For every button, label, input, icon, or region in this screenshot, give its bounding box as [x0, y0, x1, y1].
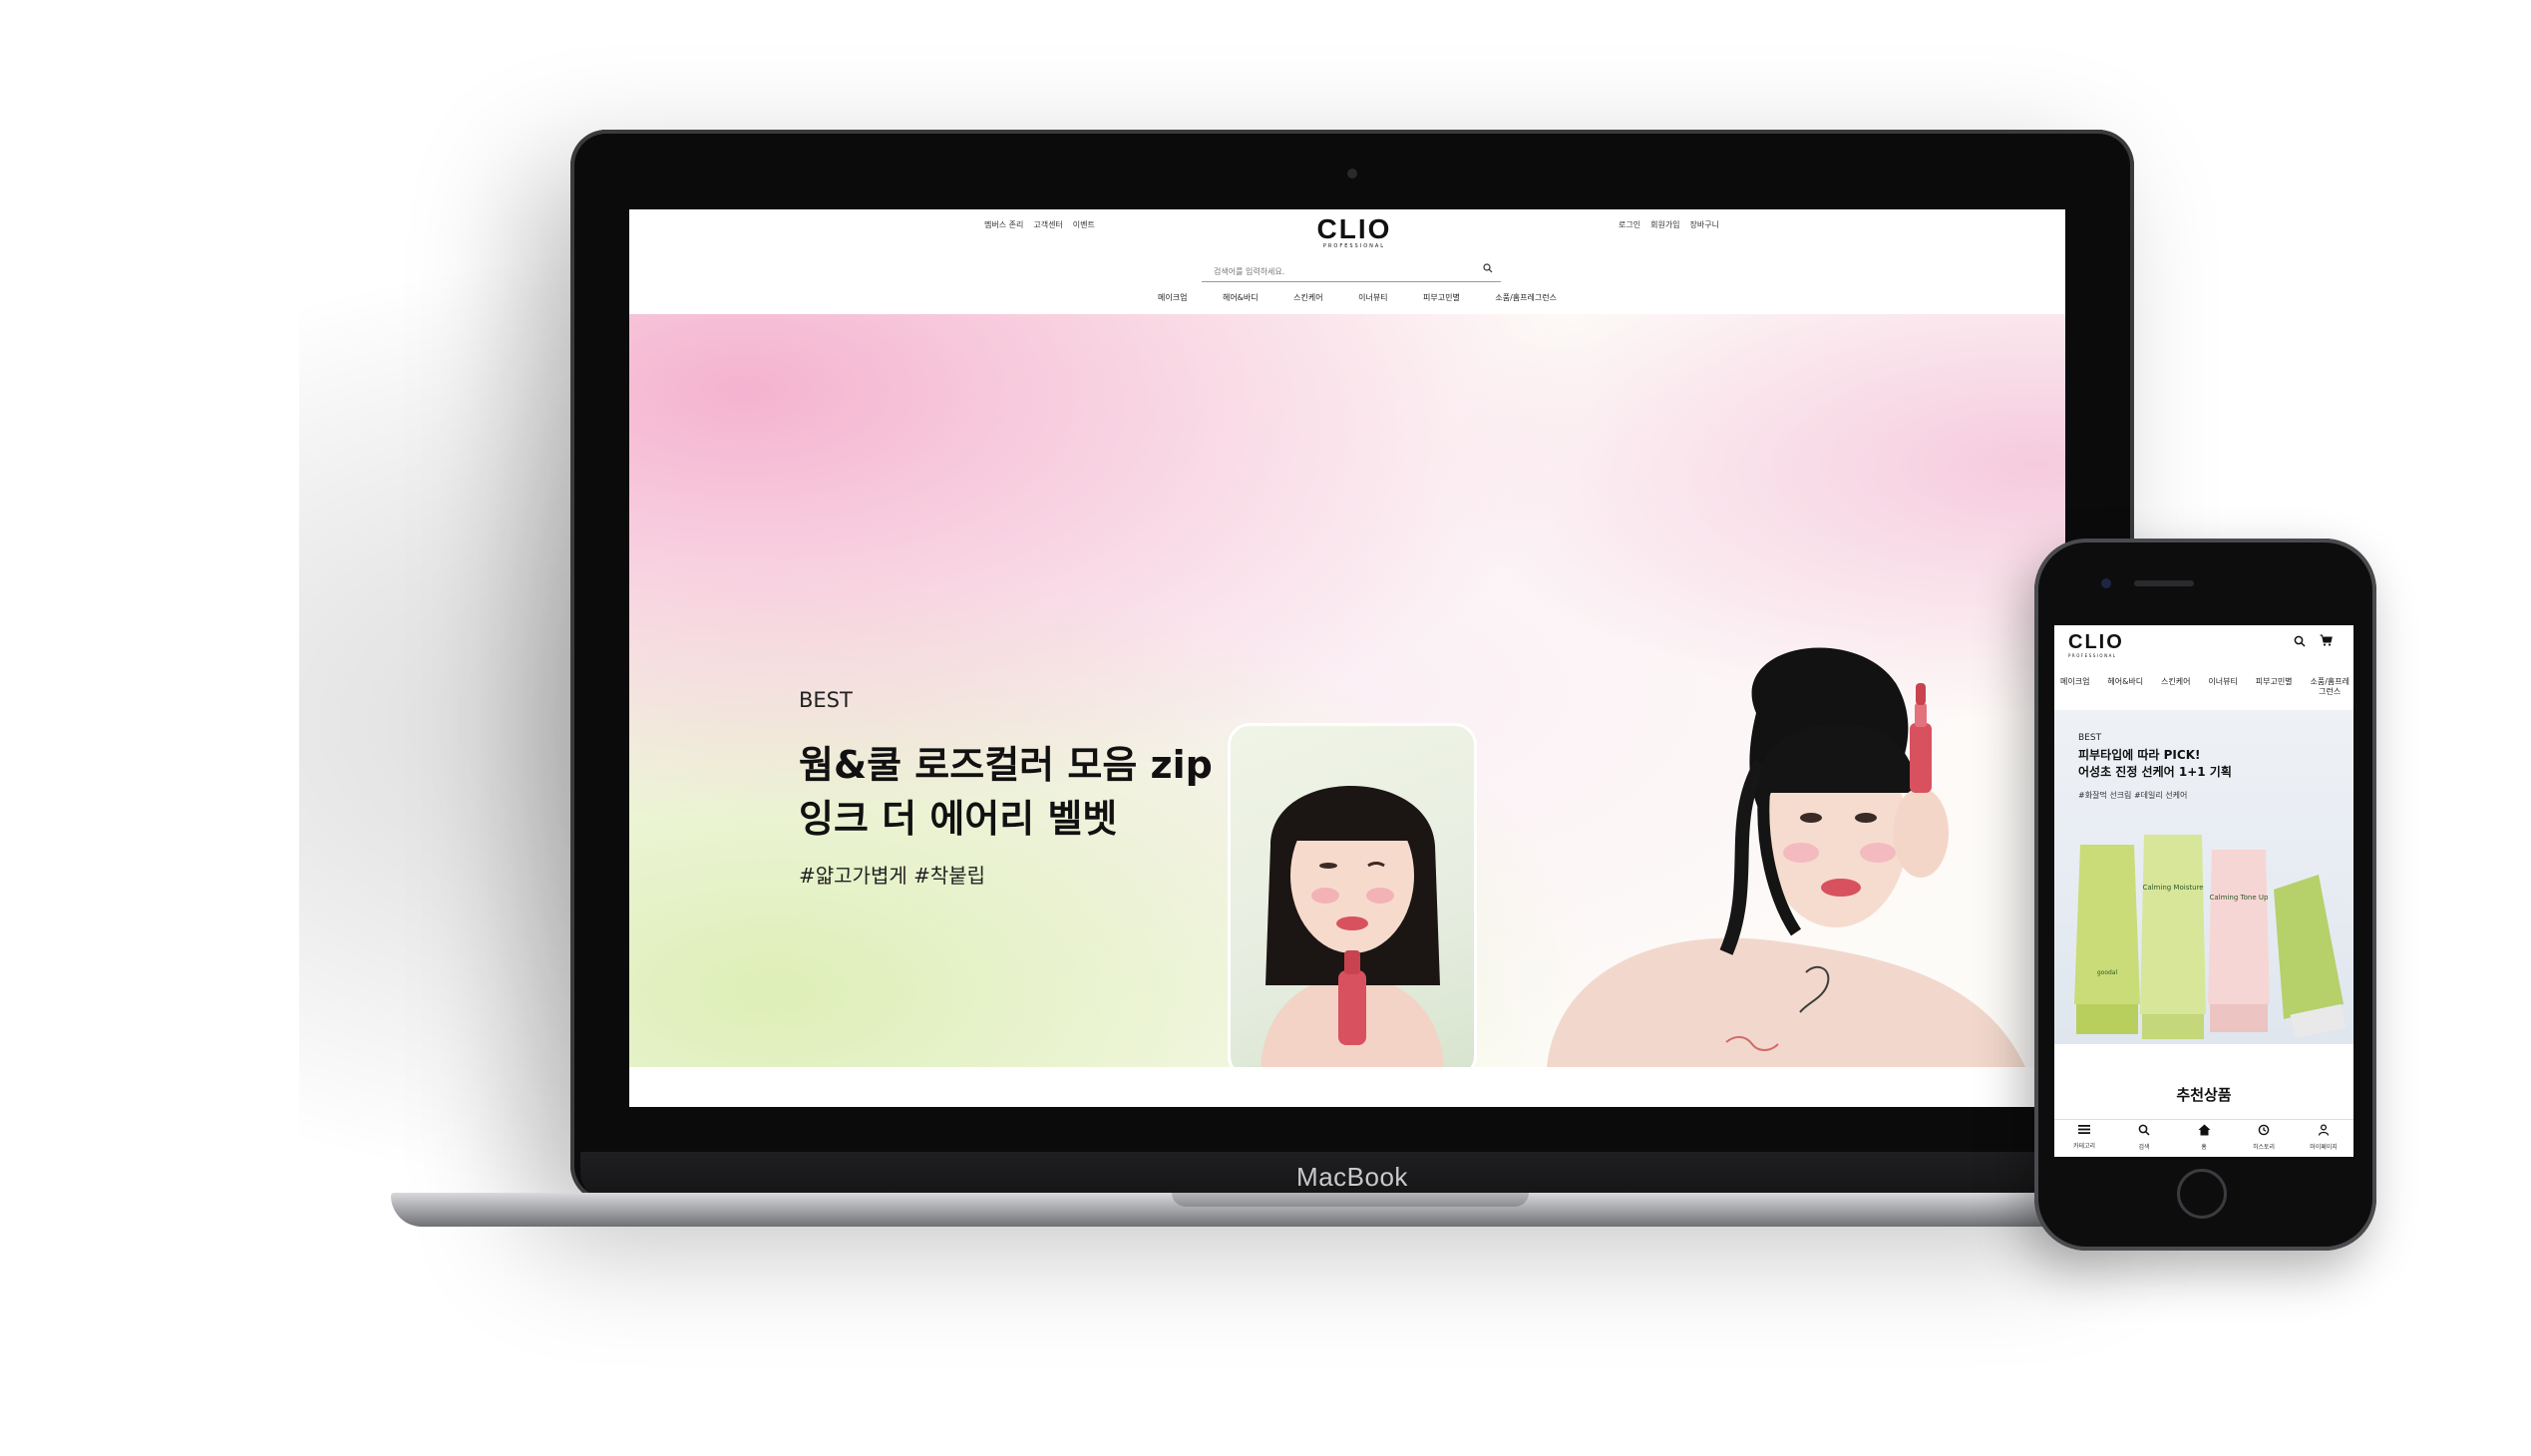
mobile-hero-title-line2: 어성초 진정 선케어 1+1 기획	[2078, 765, 2232, 779]
nav-makeup[interactable]: 메이크업	[1158, 292, 1187, 303]
hero-inset-portrait	[1228, 723, 1477, 1078]
mobile-nav-inner-beauty[interactable]: 이너뷰티	[2208, 677, 2237, 697]
tab-search[interactable]: 검색	[2117, 1124, 2172, 1151]
product-tone-up-label: Calming Tone Up	[2210, 894, 2269, 902]
tab-home-label: 홈	[2201, 1144, 2207, 1151]
mobile-hero-title-line1: 피부타입에 따라 PICK!	[2078, 748, 2201, 762]
mobile-nav-skin-concern[interactable]: 피부고민별	[2256, 677, 2293, 697]
search-input[interactable]	[1202, 260, 1475, 283]
phone-speaker	[2134, 580, 2194, 586]
laptop-notch	[1172, 1193, 1529, 1207]
user-icon	[2318, 1124, 2330, 1140]
nav-inner-beauty[interactable]: 이너뷰티	[1358, 292, 1387, 303]
top-link-event[interactable]: 이벤트	[1073, 219, 1095, 230]
mobile-nav: 메이크업 헤어&바디 스킨케어 이너뷰티 피부고민별 소품/홈프레 그런스	[2060, 677, 2350, 697]
hero-bottom-strip	[629, 1067, 2065, 1107]
search-icon[interactable]	[2294, 635, 2306, 650]
home-icon	[2198, 1124, 2211, 1140]
phone-screen: CLIO PROFESSIONAL 메이크업 헤어&바디 스킨케어 이너뷰티 피…	[2054, 625, 2353, 1157]
mobile-nav-makeup[interactable]: 메이크업	[2060, 677, 2089, 697]
hero-model-image	[1427, 643, 2065, 1067]
tab-history[interactable]: 히스토리	[2237, 1124, 2292, 1151]
signup-link[interactable]: 회원가입	[1650, 219, 1679, 230]
mobile-hero-banner[interactable]: BEST 피부타입에 따라 PICK! 어성초 진정 선케어 1+1 기획 #화…	[2054, 710, 2353, 1044]
phone-camera	[2101, 578, 2111, 588]
history-icon	[2258, 1124, 2270, 1140]
recommended-section-title: 추천상품	[2176, 1086, 2232, 1104]
mobile-hero-products: goodal Calming Moisture Calming Tone Up	[2074, 835, 2347, 1039]
hero-eyebrow: BEST	[799, 688, 853, 712]
search-bar	[1202, 259, 1501, 283]
product-name-label: Calming Moisture	[2142, 884, 2203, 892]
login-link[interactable]: 로그인	[1619, 219, 1640, 230]
nav-accessories-fragrance[interactable]: 소품/홈프레그런스	[1495, 292, 1557, 303]
product-brand-label: goodal	[2097, 969, 2118, 976]
mobile-nav-accessories[interactable]: 소품/홈프레 그런스	[2310, 677, 2350, 697]
mobile-nav-skincare[interactable]: 스킨케어	[2161, 677, 2190, 697]
logo-subtext: PROFESSIONAL	[1322, 243, 1386, 249]
hero-tags: #얇고가볍게 #착붙립	[799, 864, 986, 888]
tab-mypage[interactable]: 마이페이지	[2297, 1124, 2351, 1151]
mobile-tabbar: 카테고리 검색 홈 히스토리 마이페이지	[2054, 1119, 2353, 1157]
cart-icon[interactable]	[2320, 634, 2333, 649]
laptop-screen: 멤버스 존리 고객센터 이벤트 CLIO PROFESSIONAL 로그인 회원…	[629, 209, 2065, 1107]
tab-category[interactable]: 카테고리	[2057, 1124, 2112, 1150]
mobile-logo[interactable]: CLIO PROFESSIONAL	[2068, 631, 2124, 658]
nav-skincare[interactable]: 스킨케어	[1293, 292, 1322, 303]
mobile-nav-hair-body[interactable]: 헤어&바디	[2107, 677, 2143, 697]
tab-category-label: 카테고리	[2072, 1143, 2096, 1150]
tab-search-label: 검색	[2138, 1144, 2150, 1151]
main-nav: 메이크업 헤어&바디 스킨케어 이너뷰티 피부고민별 소품/홈프레그런스	[1158, 292, 1557, 303]
nav-skin-concern[interactable]: 피부고민별	[1423, 292, 1460, 303]
top-link-members[interactable]: 멤버스 존리	[984, 219, 1023, 230]
laptop-camera	[1347, 169, 1357, 179]
menu-icon	[2078, 1124, 2090, 1139]
top-link-customer-center[interactable]: 고객센터	[1033, 219, 1062, 230]
mobile-hero-tags: #화잘먹 선크림 #데일리 선케어	[2078, 791, 2188, 800]
site-logo[interactable]: CLIO PROFESSIONAL	[1310, 213, 1398, 250]
top-utility-links: 멤버스 존리 고객센터 이벤트	[984, 219, 1095, 230]
mobile-hero-eyebrow: BEST	[2078, 733, 2102, 743]
search-icon	[2138, 1124, 2150, 1140]
account-links: 로그인 회원가입 장바구니	[1619, 219, 1719, 230]
phone-home-button[interactable]	[2177, 1169, 2227, 1219]
tab-home[interactable]: 홈	[2177, 1124, 2232, 1151]
cart-link[interactable]: 장바구니	[1690, 219, 1719, 230]
macbook-label: MacBook	[1296, 1161, 1408, 1192]
hero-banner[interactable]: BEST 웜&쿨 로즈컬러 모음 zip 잉크 더 에어리 벨벳 #얇고가볍게 …	[629, 314, 2065, 1078]
mobile-hero-title: 피부타입에 따라 PICK! 어성초 진정 선케어 1+1 기획	[2078, 747, 2328, 781]
mobile-logo-subtext: PROFESSIONAL	[2068, 653, 2117, 658]
search-icon[interactable]	[1483, 263, 1493, 276]
nav-hair-body[interactable]: 헤어&바디	[1223, 292, 1259, 303]
mobile-logo-text: CLIO	[2068, 631, 2124, 653]
tab-history-label: 히스토리	[2252, 1144, 2276, 1151]
logo-text: CLIO	[1316, 213, 1392, 244]
tab-mypage-label: 마이페이지	[2310, 1144, 2338, 1151]
